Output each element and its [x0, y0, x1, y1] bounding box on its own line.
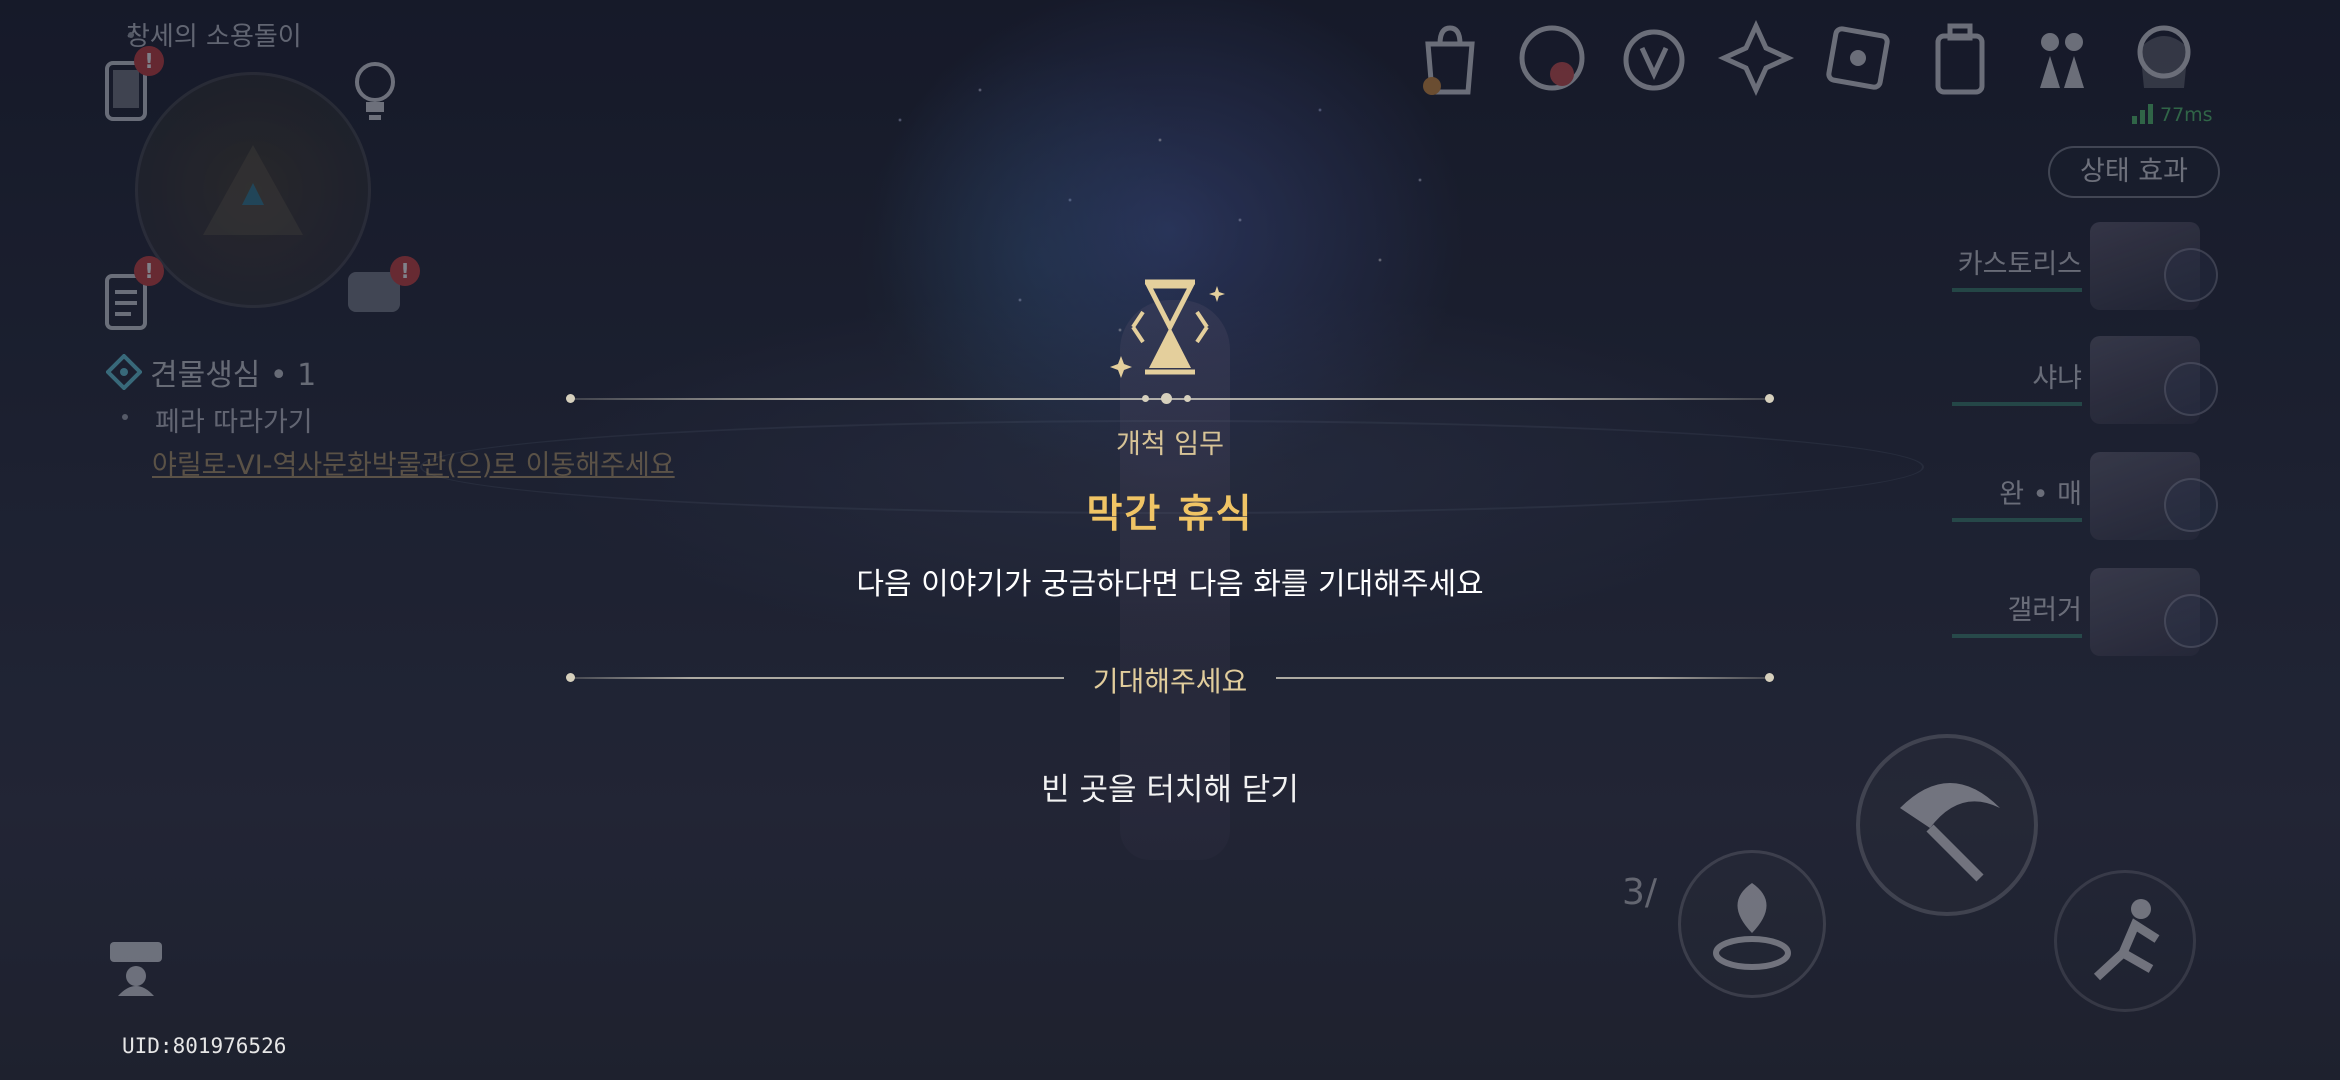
- divider-dot: [1142, 395, 1149, 402]
- chapter-break-popup[interactable]: 개척 임무 막간 휴식 다음 이야기가 궁금하다면 다음 화를 기대해주세요 기…: [0, 0, 2340, 1080]
- popup-description: 다음 이야기가 궁금하다면 다음 화를 기대해주세요: [856, 567, 1484, 602]
- close-hint[interactable]: 빈 곳을 터치해 닫기: [0, 764, 2340, 809]
- hourglass-icon: [1110, 279, 1225, 378]
- popup-title: 막간 휴식: [1086, 492, 1254, 537]
- game-scene[interactable]: 창세의 소용돌이 ! ! ! 견물생심 • 1 페라 따라가기 야릴로-VI-역…: [0, 0, 2340, 1080]
- divider-dot: [1184, 395, 1191, 402]
- popup-subtitle: 기대해주세요: [1092, 665, 1248, 698]
- divider-dot: [1161, 393, 1172, 404]
- divider-dot: [566, 394, 575, 403]
- mission-category: 개척 임무: [1116, 429, 1224, 460]
- divider-dot: [1765, 394, 1774, 403]
